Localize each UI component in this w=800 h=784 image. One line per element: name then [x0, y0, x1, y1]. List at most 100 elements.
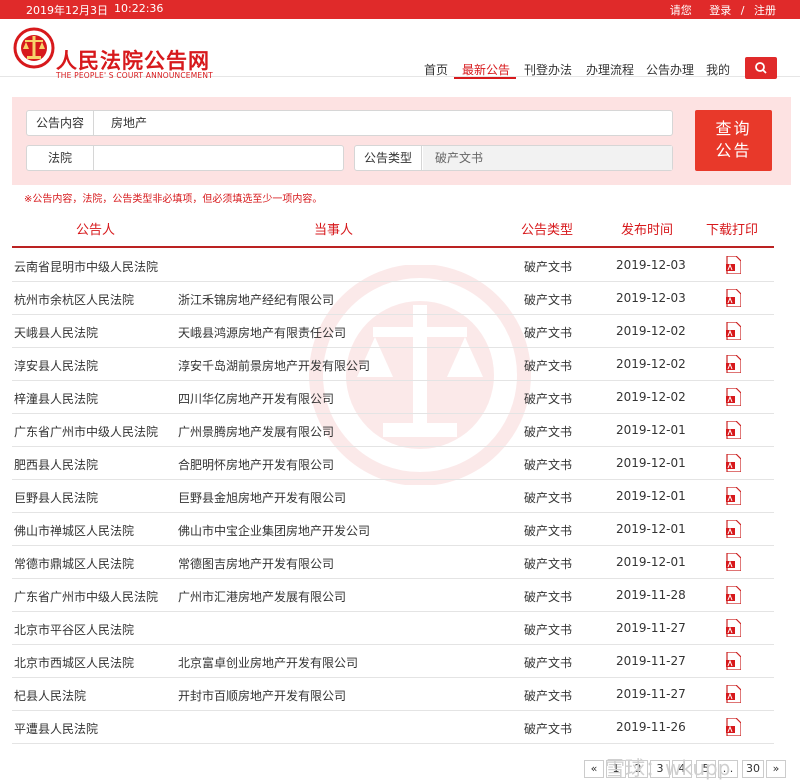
row-type: 破产文书 — [524, 260, 573, 274]
row-party[interactable]: 广州市汇港房地产发展有限公司 — [178, 588, 346, 605]
row-date: 2019-12-01 — [616, 489, 686, 503]
row-type: 破产文书 — [524, 623, 573, 637]
row-court: 广东省广州市中级人民法院 — [14, 425, 159, 439]
nav-mine[interactable]: 我的 — [706, 61, 730, 78]
row-type: 破产文书 — [524, 557, 573, 571]
court-input[interactable] — [95, 146, 343, 170]
pdf-icon[interactable] — [725, 453, 742, 473]
type-select[interactable]: 破产文书 — [423, 146, 672, 170]
row-type: 破产文书 — [524, 458, 573, 472]
row-date: 2019-12-01 — [616, 522, 686, 536]
col-download: 下载打印 — [706, 223, 759, 238]
row-party[interactable]: 四川华亿房地产开发有限公司 — [178, 390, 334, 407]
table-row: 天峨县人民法院 天峨县鸿源房地产有限责任公司 破产文书 2019-12-02 — [12, 315, 774, 348]
row-court: 北京市西城区人民法院 — [14, 656, 135, 670]
pdf-icon[interactable] — [725, 684, 742, 704]
query-submit-button[interactable]: 查询 公告 — [695, 110, 772, 171]
row-type: 破产文书 — [524, 326, 573, 340]
row-court: 平遭县人民法院 — [14, 722, 99, 736]
search-icon — [755, 62, 767, 74]
row-party[interactable]: 浙江禾锦房地产经纪有限公司 — [178, 291, 334, 308]
pdf-icon[interactable] — [725, 552, 742, 572]
table-row: 佛山市禅城区人民法院 佛山市中宝企业集团房地产开发公司 破产文书 2019-12-01 — [12, 513, 774, 546]
date-text: 2019年12月3日 — [26, 4, 108, 17]
row-date: 2019-11-28 — [616, 588, 686, 602]
row-date: 2019-12-01 — [616, 456, 686, 470]
pdf-icon[interactable] — [725, 321, 742, 341]
query-note: ※公告内容，法院，公告类型非必填项，但必须填选至少一项内容。 — [24, 194, 323, 205]
query-button-line2: 公告 — [715, 141, 752, 160]
nav-process[interactable]: 办理流程 — [586, 61, 634, 78]
table-row: 广东省广州市中级人民法院 广州景腾房地产发展有限公司 破产文书 2019-12-01 — [12, 414, 774, 447]
content-label: 公告内容 — [27, 111, 94, 135]
nav-publish-method[interactable]: 刊登办法 — [524, 61, 572, 78]
row-court: 广东省广州市中级人民法院 — [14, 590, 159, 604]
table-row: 杞县人民法院 开封市百顺房地产开发有限公司 破产文书 2019-11-27 — [12, 678, 774, 711]
table-row: 常德市鼎城区人民法院 常德图吉房地产开发有限公司 破产文书 2019-12-01 — [12, 546, 774, 579]
pdf-icon[interactable] — [725, 354, 742, 374]
row-party[interactable]: 合肥明怀房地产开发有限公司 — [178, 456, 334, 473]
greeting-text: 请您 — [669, 4, 692, 17]
row-date: 2019-12-03 — [616, 291, 686, 305]
row-party[interactable]: 广州景腾房地产发展有限公司 — [178, 423, 334, 440]
row-type: 破产文书 — [524, 524, 573, 538]
nav-home[interactable]: 首页 — [424, 61, 448, 78]
table-row: 北京市平谷区人民法院 破产文书 2019-11-27 — [12, 612, 774, 645]
row-party[interactable]: 巨野县金旭房地产开发有限公司 — [178, 489, 346, 506]
row-type: 破产文书 — [524, 656, 573, 670]
search-button[interactable] — [745, 57, 777, 79]
row-party[interactable]: 佛山市中宝企业集团房地产开发公司 — [178, 522, 370, 539]
pdf-icon[interactable] — [725, 486, 742, 506]
pdf-icon[interactable] — [725, 717, 742, 737]
row-party[interactable]: 常德图吉房地产开发有限公司 — [178, 555, 334, 572]
pdf-icon[interactable] — [725, 255, 742, 275]
row-date: 2019-12-03 — [616, 258, 686, 272]
court-emblem-icon — [13, 27, 55, 69]
page-button[interactable]: 30 — [742, 760, 764, 778]
register-link[interactable]: 注册 — [754, 4, 776, 17]
nav-handle[interactable]: 公告办理 — [646, 61, 694, 78]
pdf-icon[interactable] — [725, 387, 742, 407]
watermark-text: 雪球：wkupp — [605, 756, 731, 780]
account-links: 请您 登录 / 注册 — [664, 2, 776, 18]
row-court: 杭州市余杭区人民法院 — [14, 293, 135, 307]
pdf-icon[interactable] — [725, 585, 742, 605]
pdf-icon[interactable] — [725, 288, 742, 308]
row-party[interactable]: 开封市百顺房地产开发有限公司 — [178, 687, 346, 704]
site-subtitle: THE PEOPLE' S COURT ANNOUNCEMENT — [56, 71, 213, 80]
content-field[interactable]: 公告内容 房地产 — [26, 110, 673, 136]
login-link[interactable]: 登录 — [709, 4, 731, 17]
row-court: 巨野县人民法院 — [14, 491, 99, 505]
court-field[interactable]: 法院 — [26, 145, 344, 171]
nav-latest[interactable]: 最新公告 — [462, 61, 510, 78]
pdf-icon[interactable] — [725, 651, 742, 671]
table-row: 梓潼县人民法院 四川华亿房地产开发有限公司 破产文书 2019-12-02 — [12, 381, 774, 414]
col-court: 公告人 — [76, 223, 116, 238]
page-button[interactable]: « — [584, 760, 604, 778]
row-date: 2019-12-02 — [616, 390, 686, 404]
row-date: 2019-12-01 — [616, 555, 686, 569]
type-field[interactable]: 公告类型 破产文书 — [354, 145, 673, 171]
row-date: 2019-12-02 — [616, 324, 686, 338]
pdf-icon[interactable] — [725, 519, 742, 539]
row-court: 北京市平谷区人民法院 — [14, 623, 135, 637]
row-type: 破产文书 — [524, 293, 573, 307]
pdf-icon[interactable] — [725, 420, 742, 440]
content-input[interactable]: 房地产 — [111, 111, 147, 135]
row-party[interactable]: 天峨县鸿源房地产有限责任公司 — [178, 324, 346, 341]
row-court: 梓潼县人民法院 — [14, 392, 99, 406]
row-party[interactable]: 淳安千岛湖前景房地产开发有限公司 — [178, 357, 370, 374]
page-button[interactable]: » — [766, 760, 786, 778]
col-type: 公告类型 — [521, 223, 574, 238]
row-type: 破产文书 — [524, 359, 573, 373]
query-button-line1: 查询 — [715, 119, 752, 138]
row-type: 破产文书 — [524, 689, 573, 703]
row-party[interactable]: 北京富卓创业房地产开发有限公司 — [178, 654, 358, 671]
row-type: 破产文书 — [524, 392, 573, 406]
separator: / — [740, 4, 745, 17]
row-type: 破产文书 — [524, 722, 573, 736]
pdf-icon[interactable] — [725, 618, 742, 638]
row-court: 云南省昆明市中级人民法院 — [14, 260, 159, 274]
table-row: 北京市西城区人民法院 北京富卓创业房地产开发有限公司 破产文书 2019-11-27 — [12, 645, 774, 678]
row-court: 佛山市禅城区人民法院 — [14, 524, 135, 538]
